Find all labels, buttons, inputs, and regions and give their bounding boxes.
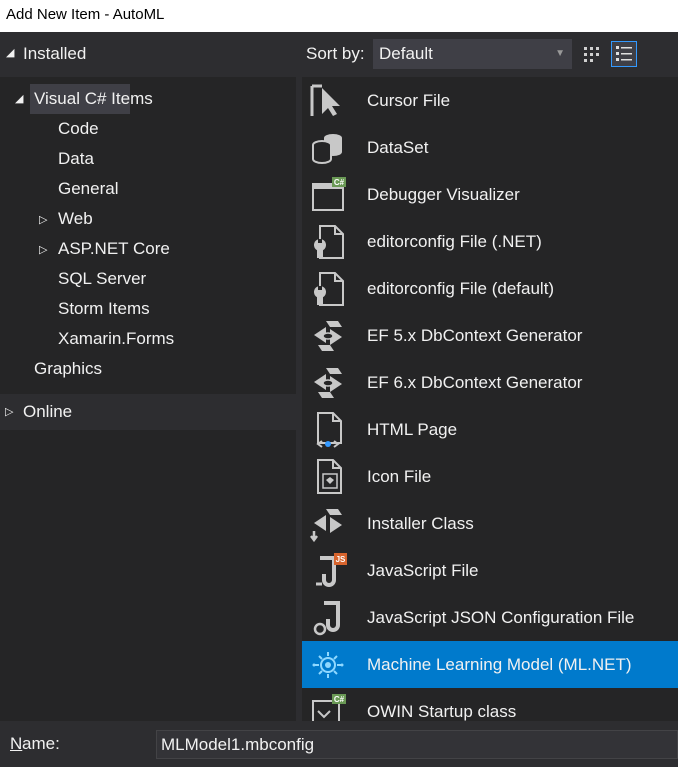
template-item-icon-file[interactable]: Icon File xyxy=(302,453,678,500)
chevron-down-icon: ▼ xyxy=(555,48,565,59)
collapsed-arrow-icon[interactable]: ▷ xyxy=(5,405,13,418)
template-item-editorconfig-default[interactable]: editorconfig File (default) xyxy=(302,265,678,312)
editorconfig-icon xyxy=(314,272,344,306)
template-item-editorconfig-dotnet[interactable]: editorconfig File (.NET) xyxy=(302,218,678,265)
collapsed-arrow-icon[interactable]: ▷ xyxy=(39,213,47,226)
template-label: Machine Learning Model (ML.NET) xyxy=(367,655,632,674)
template-label: OWIN Startup class xyxy=(367,702,517,721)
name-bar: N ame: xyxy=(0,721,678,767)
template-item-installer-class[interactable]: Installer Class xyxy=(302,500,678,547)
html-page-icon xyxy=(316,412,342,448)
debugger-visualizer-icon: C# xyxy=(312,177,346,211)
template-item-ef6-dbcontext[interactable]: EF 6.x DbContext Generator xyxy=(302,359,678,406)
dataset-icon xyxy=(312,134,342,164)
template-item-html-page[interactable]: HTML Page xyxy=(302,406,678,453)
ml-model-icon xyxy=(312,652,344,678)
template-item-json-config[interactable]: JavaScript JSON Configuration File xyxy=(302,594,678,641)
installed-label: Installed xyxy=(23,44,87,63)
installer-class-icon xyxy=(310,509,342,543)
template-item-javascript-file[interactable]: JS JavaScript File xyxy=(302,547,678,594)
template-label: Icon File xyxy=(367,467,432,486)
cursor-file-icon xyxy=(310,84,340,116)
template-item-dataset[interactable]: DataSet xyxy=(302,124,678,171)
tree-item-general[interactable]: General xyxy=(58,175,118,203)
medium-icons-view-button[interactable] xyxy=(611,41,637,67)
grid-view-icon xyxy=(584,47,599,62)
template-item-ml-model[interactable]: Machine Learning Model (ML.NET) xyxy=(302,641,678,688)
small-icons-view-button[interactable] xyxy=(579,41,605,67)
tree-item-data[interactable]: Data xyxy=(58,145,94,173)
tree-item-xamarin-forms[interactable]: Xamarin.Forms xyxy=(58,325,174,353)
svg-text:C#: C# xyxy=(334,695,345,704)
template-label: JavaScript File xyxy=(367,561,479,580)
ef-generator-icon xyxy=(314,368,342,398)
name-label-rest: ame: xyxy=(22,734,60,753)
tree-item-sql-server[interactable]: SQL Server xyxy=(58,265,146,293)
template-item-owin-startup[interactable]: C# OWIN Startup class xyxy=(302,688,678,721)
window-title: Add New Item - AutoML xyxy=(0,0,678,32)
icon-file-icon xyxy=(317,459,342,494)
template-item-ef5-dbcontext[interactable]: EF 5.x DbContext Generator xyxy=(302,312,678,359)
template-label: Installer Class xyxy=(367,514,474,533)
expanded-arrow-icon[interactable]: ◢ xyxy=(15,92,23,105)
installed-header[interactable]: ◢ Installed xyxy=(0,32,296,77)
svg-text:C#: C# xyxy=(334,178,345,187)
template-panel: Sort by: Default ▼ Cursor File DataSet C… xyxy=(302,32,678,721)
svg-text:JS: JS xyxy=(336,555,346,564)
collapsed-arrow-icon[interactable]: ▷ xyxy=(39,243,47,256)
tree-item-aspnet-core[interactable]: ASP.NET Core xyxy=(58,235,170,263)
template-label: EF 5.x DbContext Generator xyxy=(367,326,583,345)
template-label: JavaScript JSON Configuration File xyxy=(367,608,635,627)
name-input[interactable] xyxy=(156,730,678,759)
online-label: Online xyxy=(23,402,73,421)
sort-by-label: Sort by: xyxy=(306,44,365,63)
tree-item-web[interactable]: Web xyxy=(58,205,93,233)
template-label: DataSet xyxy=(367,138,429,157)
tree-item-storm-items[interactable]: Storm Items xyxy=(58,295,150,323)
template-label: HTML Page xyxy=(367,420,458,439)
template-label: Cursor File xyxy=(367,91,451,110)
sort-value: Default xyxy=(379,44,433,63)
list-view-icon xyxy=(616,46,632,61)
sort-dropdown[interactable]: Default ▼ xyxy=(373,39,572,69)
online-header[interactable]: ▷ Online xyxy=(0,394,296,430)
json-config-icon xyxy=(313,601,340,636)
tree-item-graphics[interactable]: Graphics xyxy=(34,355,102,383)
template-item-debugger-visualizer[interactable]: C# Debugger Visualizer xyxy=(302,171,678,218)
template-item-cursor-file[interactable]: Cursor File xyxy=(302,77,678,124)
editorconfig-icon xyxy=(314,225,344,259)
javascript-file-icon: JS xyxy=(316,553,347,587)
template-label: EF 6.x DbContext Generator xyxy=(367,373,583,392)
template-label: editorconfig File (default) xyxy=(367,279,555,298)
sort-toolbar: Sort by: Default ▼ xyxy=(302,32,678,77)
template-label: editorconfig File (.NET) xyxy=(367,232,542,251)
expanded-arrow-icon[interactable]: ◢ xyxy=(6,46,14,59)
template-list: Cursor File DataSet C# Debugger Visualiz… xyxy=(302,77,678,721)
owin-startup-icon: C# xyxy=(312,694,346,721)
tree-item-visual-csharp[interactable]: Visual C# Items xyxy=(34,85,153,113)
tree-item-code[interactable]: Code xyxy=(58,115,99,143)
category-tree: ◢ Installed ◢ Visual C# Items Code Data … xyxy=(0,32,296,721)
template-label: Debugger Visualizer xyxy=(367,185,520,204)
name-label: N xyxy=(10,734,23,753)
ef-generator-icon xyxy=(314,321,342,351)
